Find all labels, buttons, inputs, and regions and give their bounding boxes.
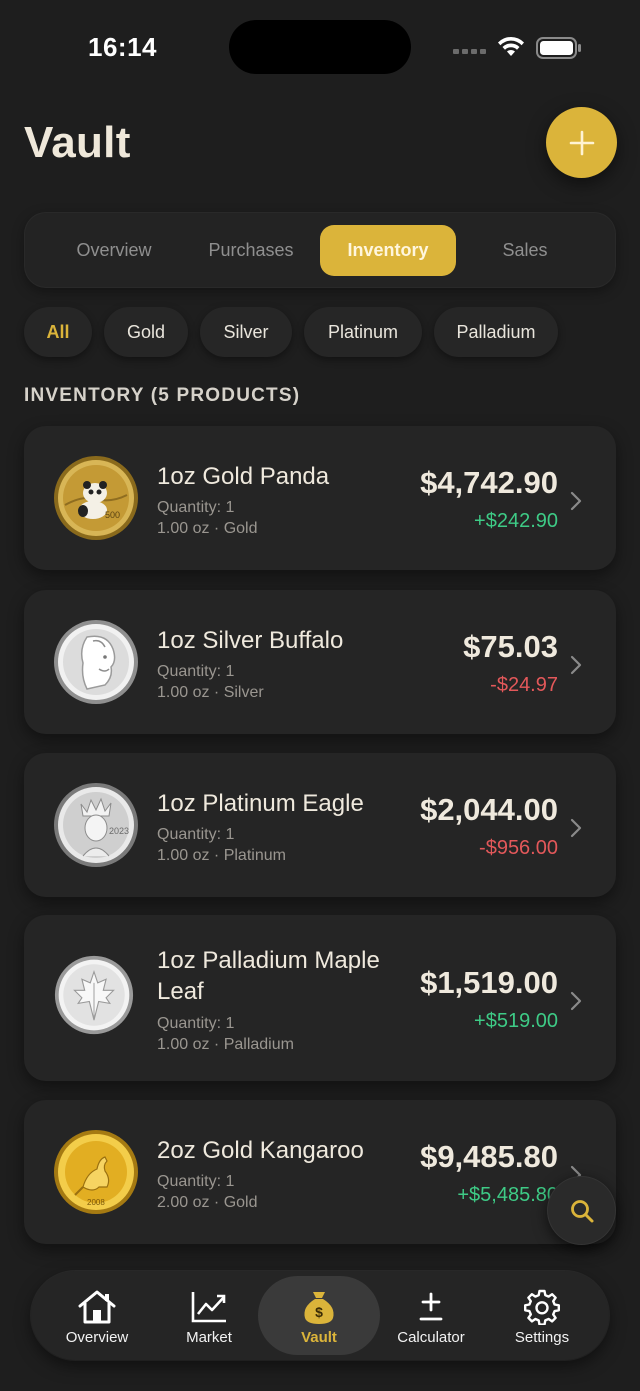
status-bar: 16:14	[0, 0, 640, 96]
item-change: -$24.97	[490, 674, 558, 696]
filter-chip-gold[interactable]: Gold	[104, 307, 188, 357]
platinum-eagle-coin-image: 2023	[54, 783, 138, 867]
item-name: 1oz Palladium Maple Leaf	[157, 947, 380, 1005]
coin-year: 2023	[109, 826, 129, 836]
search-icon	[570, 1199, 593, 1222]
status-time: 16:14	[88, 32, 157, 62]
item-detail: 1.00 oz · Silver	[157, 684, 264, 701]
inventory-item-palladium-maple-leaf[interactable]: 1oz Palladium Maple Leaf Quantity: 1 1.0…	[24, 915, 616, 1081]
inventory-item-platinum-eagle[interactable]: 2023 1oz Platinum Eagle Quantity: 1 1.00…	[24, 753, 616, 897]
item-value: $4,742.90	[420, 465, 558, 500]
item-detail: 1.00 oz · Palladium	[157, 1036, 294, 1053]
home-icon	[78, 1290, 116, 1324]
item-change: +$242.90	[474, 510, 558, 532]
item-detail: 1.00 oz · Gold	[157, 520, 258, 537]
segment-inventory[interactable]: Inventory	[320, 225, 456, 276]
bottom-tab-bar: Overview Market $ Vault Calculator Setti…	[31, 1271, 609, 1360]
item-detail: 1.00 oz · Platinum	[157, 847, 286, 864]
battery-icon	[536, 37, 581, 59]
item-quantity: Quantity: 1	[157, 826, 235, 843]
item-name: 1oz Gold Panda	[157, 463, 330, 490]
item-detail: 2.00 oz · Gold	[157, 1194, 258, 1211]
tab-label: Settings	[514, 1329, 570, 1346]
chevron-right-icon	[570, 818, 582, 838]
item-value: $2,044.00	[420, 792, 558, 827]
tab-label: Calculator	[397, 1329, 465, 1346]
inventory-item-gold-kangaroo[interactable]: 2008 2oz Gold Kangaroo Quantity: 1 2.00 …	[24, 1100, 616, 1244]
tab-label: Overview	[65, 1329, 129, 1346]
item-quantity: Quantity: 1	[157, 1173, 235, 1190]
cellular-signal-icon	[453, 49, 486, 54]
coin-denomination: 500	[105, 510, 120, 520]
coin-year: 2008	[87, 1198, 105, 1207]
plus-minus-icon	[419, 1292, 443, 1321]
tab-vault[interactable]: $ Vault	[258, 1276, 380, 1355]
item-quantity: Quantity: 1	[157, 663, 235, 680]
gold-kangaroo-coin-image: 2008	[54, 1130, 138, 1214]
inventory-item-silver-buffalo[interactable]: 1oz Silver Buffalo Quantity: 1 1.00 oz ·…	[24, 590, 616, 734]
tab-settings[interactable]: Settings	[486, 1276, 598, 1355]
gear-icon	[524, 1289, 560, 1325]
tab-label: Vault	[301, 1329, 337, 1346]
item-name: 1oz Platinum Eagle	[157, 790, 364, 817]
tab-calculator[interactable]: Calculator	[375, 1276, 487, 1355]
segment-purchases[interactable]: Purchases	[183, 225, 319, 276]
chevron-right-icon	[570, 491, 582, 511]
item-change: -$956.00	[479, 837, 558, 859]
search-button[interactable]	[547, 1176, 616, 1245]
chart-icon	[191, 1292, 226, 1323]
svg-text:$: $	[315, 1304, 323, 1320]
chevron-right-icon	[570, 655, 582, 675]
wifi-icon	[498, 36, 524, 56]
segment-overview[interactable]: Overview	[46, 225, 182, 276]
item-quantity: Quantity: 1	[157, 499, 235, 516]
section-heading: INVENTORY (5 PRODUCTS)	[24, 385, 301, 406]
item-value: $9,485.80	[420, 1139, 558, 1174]
item-value: $1,519.00	[420, 965, 558, 1000]
filter-chip-platinum[interactable]: Platinum	[304, 307, 422, 357]
page-title: Vault	[24, 118, 131, 167]
plus-icon	[569, 130, 594, 155]
segmented-control: Overview Purchases Inventory Sales	[24, 212, 616, 288]
item-name: 1oz Silver Buffalo	[157, 627, 344, 654]
item-change: +$5,485.80	[457, 1184, 558, 1206]
filter-chip-silver[interactable]: Silver	[200, 307, 292, 357]
chevron-right-icon	[570, 991, 582, 1011]
silver-buffalo-coin-image	[54, 620, 138, 704]
gold-panda-coin-image: 500	[54, 456, 138, 540]
filter-chip-all[interactable]: All	[24, 307, 92, 357]
item-quantity: Quantity: 1	[157, 1015, 235, 1032]
tab-market[interactable]: Market	[153, 1276, 265, 1355]
palladium-maple-leaf-coin-image	[54, 955, 134, 1035]
tab-label: Market	[186, 1329, 232, 1346]
inventory-item-gold-panda[interactable]: 500 1oz Gold Panda Quantity: 1 1.00 oz ·…	[24, 426, 616, 570]
add-button[interactable]	[546, 107, 617, 178]
dynamic-island	[229, 20, 411, 74]
tab-overview[interactable]: Overview	[41, 1276, 153, 1355]
filter-chip-palladium[interactable]: Palladium	[434, 307, 558, 357]
segment-sales[interactable]: Sales	[457, 225, 593, 276]
item-name: 2oz Gold Kangaroo	[157, 1137, 364, 1164]
money-bag-icon: $	[304, 1292, 334, 1324]
item-value: $75.03	[463, 629, 558, 664]
item-change: +$519.00	[474, 1010, 558, 1032]
